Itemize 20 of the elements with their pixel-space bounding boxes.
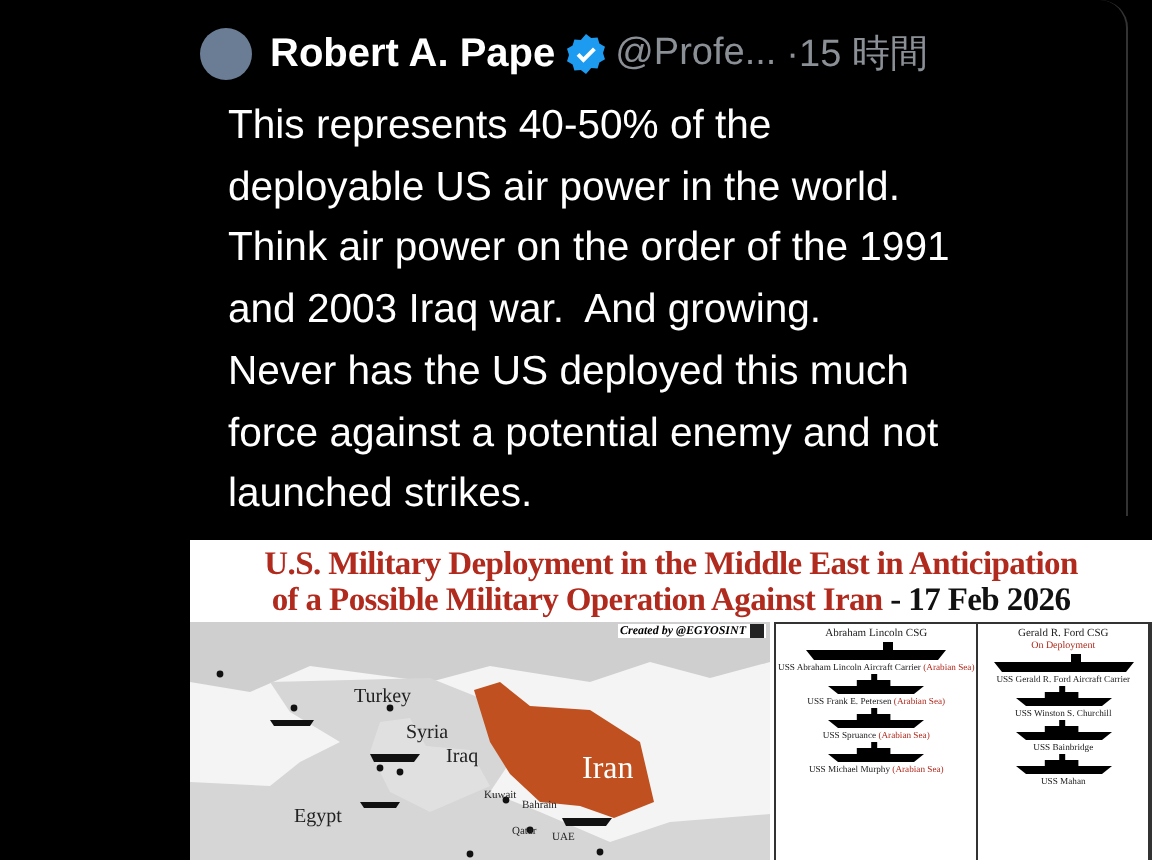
ship-icon bbox=[993, 654, 1134, 672]
map-label: Iraq bbox=[446, 746, 479, 768]
handle-text[interactable]: @Profe... bbox=[615, 32, 777, 76]
map-label: Turkey bbox=[354, 686, 412, 708]
ship-icon bbox=[806, 642, 947, 660]
map-label: Syria bbox=[406, 722, 449, 744]
map-label: Egypt bbox=[294, 806, 342, 828]
post-text: This represents 40-50% of the deployable US air power in the world. Think air power on the order of the 1991 and 2003 Iraq war. And growing. Never has the US deployed this much force against a potential enemy and not launched strikes. bbox=[228, 102, 952, 521]
post-time: ·15 時間 bbox=[786, 32, 928, 80]
map-label: Iran bbox=[582, 752, 634, 786]
ship-icon bbox=[1015, 720, 1112, 740]
ship-icon bbox=[828, 742, 925, 762]
ship-icon bbox=[1015, 754, 1112, 774]
author-name[interactable]: Robert A. Pape bbox=[270, 31, 556, 77]
ship-icon bbox=[828, 674, 925, 694]
ship-icon bbox=[1015, 686, 1112, 706]
infographic-title: U.S. Military Deployment in the Middle East in Anticipation of a Possible Military Operation Against Iran - 17 Feb 2026 bbox=[262, 542, 1080, 622]
ship-icon bbox=[828, 708, 925, 728]
avatar[interactable] bbox=[200, 28, 252, 80]
x-logo-icon bbox=[750, 624, 764, 638]
